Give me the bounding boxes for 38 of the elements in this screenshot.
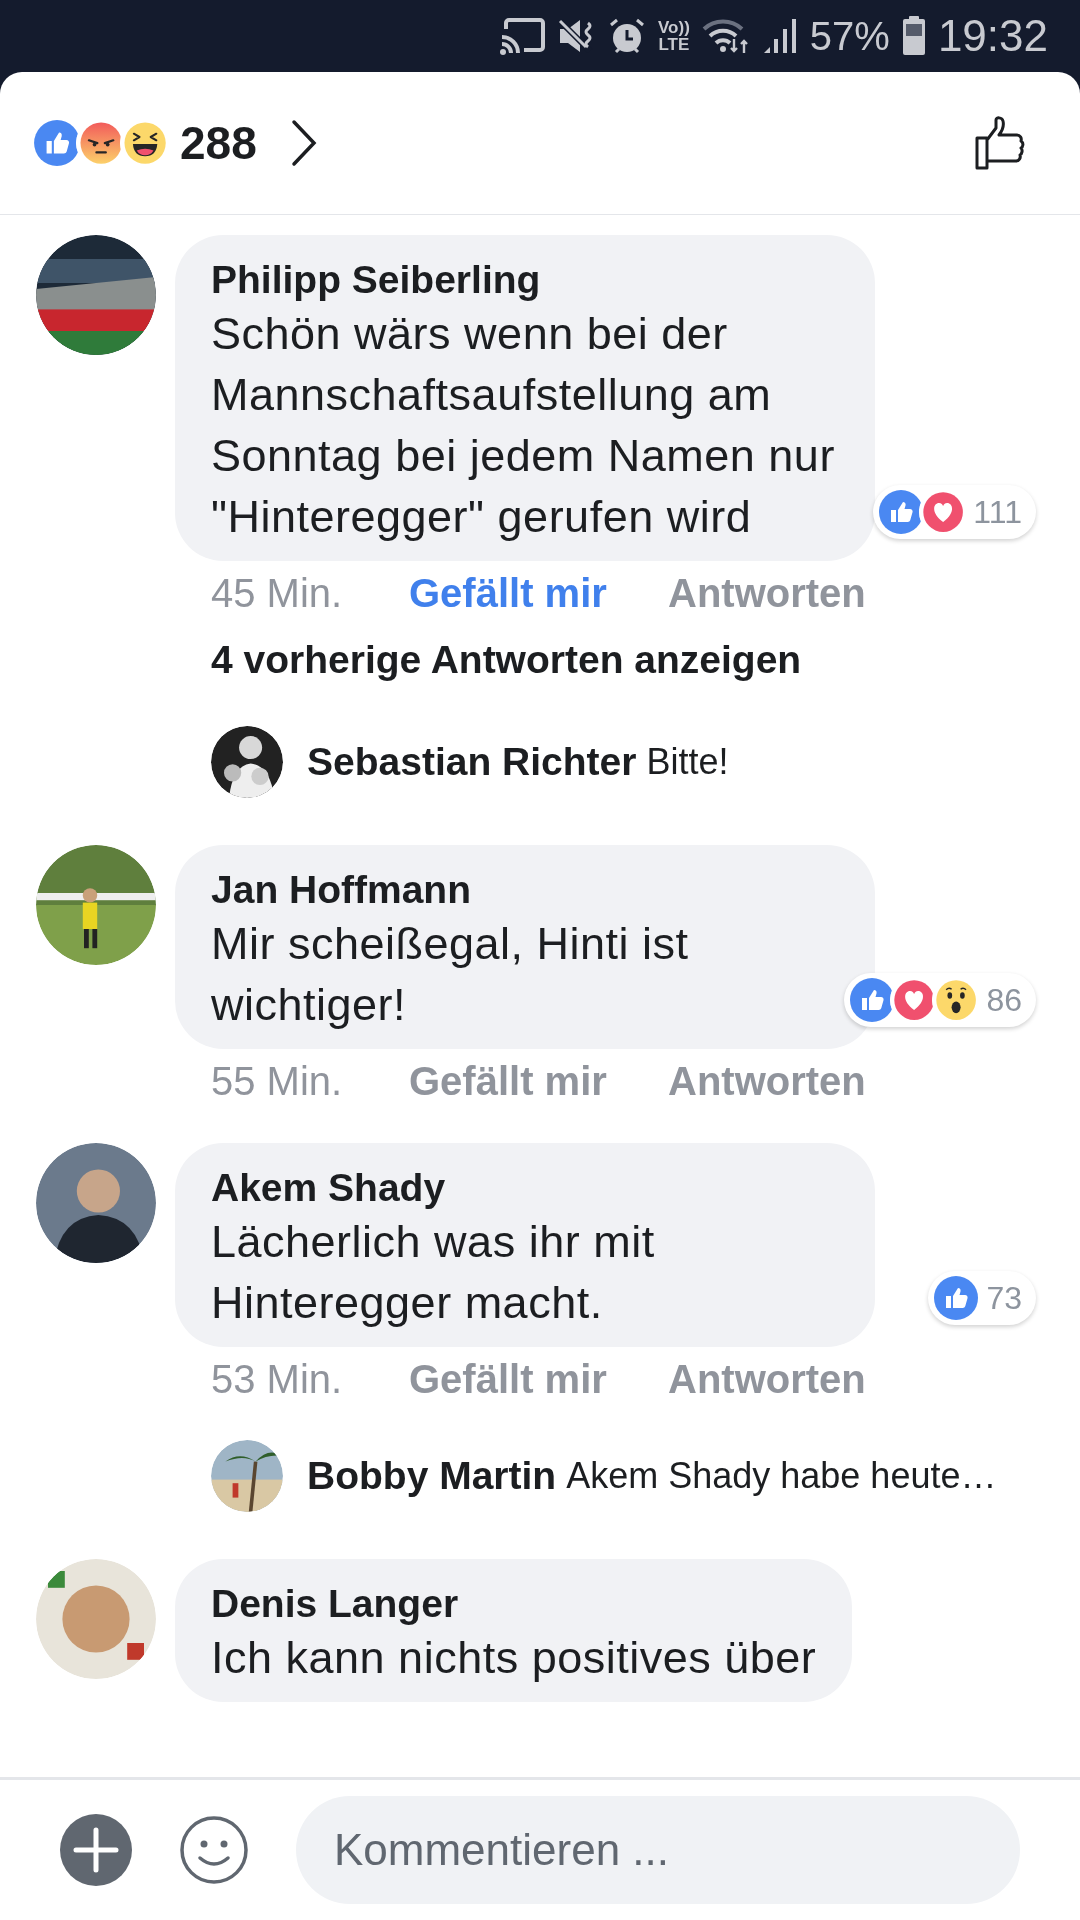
comment-author[interactable]: Jan Hoffmann xyxy=(211,867,839,913)
cast-icon xyxy=(500,17,547,55)
reaction-badge[interactable]: 73 xyxy=(928,1271,1036,1325)
like-link[interactable]: Gefällt mir xyxy=(409,1051,668,1111)
reaction-badge[interactable]: 86 xyxy=(844,973,1036,1027)
reply-text: Akem Shady habe heute… xyxy=(566,1454,997,1498)
chevron-right-icon[interactable] xyxy=(290,119,317,167)
comment-text: Lächerlich was ihr mit Hinteregger macht. xyxy=(211,1215,656,1330)
comment-time: 53 Min. xyxy=(211,1356,344,1403)
comment-input-field[interactable]: Kommentieren ... xyxy=(296,1796,1020,1904)
battery-icon xyxy=(901,16,926,56)
thumbs-up-icon xyxy=(932,1274,981,1322)
comment-author[interactable]: Akem Shady xyxy=(211,1165,839,1211)
more-replies-link[interactable]: 4 vorherige Antworten anzeigen xyxy=(211,638,802,681)
comment-text: Schön wärs wenn bei der Mannschaftsaufstellung am Sonntag bei jedem Namen nur "Hinteregger" gerufen wird xyxy=(211,307,836,544)
comment-text: Ich kann nichts positives über xyxy=(211,1631,817,1685)
alarm-clock-icon xyxy=(608,17,647,55)
volte-label: Vo)) LTE xyxy=(658,19,690,53)
clock-time: 19:32 xyxy=(937,14,1048,58)
reply-link[interactable]: Antworten xyxy=(668,1349,866,1409)
add-icon[interactable] xyxy=(60,1814,132,1886)
comment-author[interactable]: Philipp Seiberling xyxy=(211,257,839,303)
wifi-icon xyxy=(701,17,750,55)
emoji-icon[interactable] xyxy=(180,1816,248,1884)
reaction-badge[interactable]: 111 xyxy=(873,485,1036,539)
reaction-count[interactable]: 288 xyxy=(180,108,257,178)
comment-text: Mir scheißegal, Hinti ist wichtiger! xyxy=(211,917,690,1032)
reply-link[interactable]: Antworten xyxy=(668,563,866,623)
reply-author[interactable]: Bobby Martin xyxy=(307,1446,557,1506)
like-link[interactable]: Gefällt mir xyxy=(409,563,668,623)
reply-text: Bitte! xyxy=(646,740,729,784)
like-link[interactable]: Gefällt mir xyxy=(409,1349,668,1409)
battery-percentage: 57% xyxy=(809,16,890,56)
comment-time: 45 Min. xyxy=(211,570,344,617)
comment-time: 55 Min. xyxy=(211,1058,344,1105)
reply-link[interactable]: Antworten xyxy=(668,1051,866,1111)
reply-author[interactable]: Sebastian Richter xyxy=(307,732,637,792)
comment-author[interactable]: Denis Langer xyxy=(211,1581,817,1627)
